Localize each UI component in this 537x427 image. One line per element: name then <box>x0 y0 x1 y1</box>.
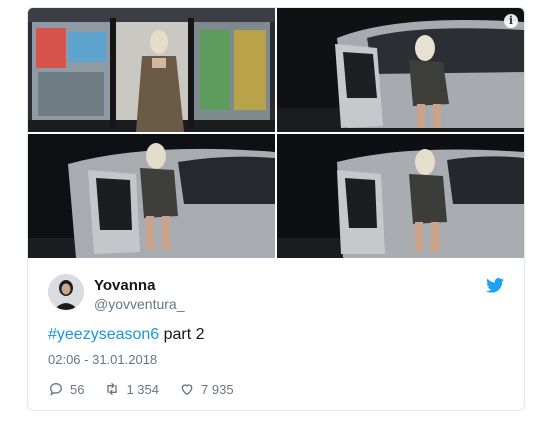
like-icon <box>181 384 193 396</box>
reply-icon <box>49 382 63 396</box>
twitter-bird-icon[interactable] <box>486 278 504 293</box>
avatar[interactable] <box>48 274 84 310</box>
like-button[interactable]: 7 935 <box>179 381 234 397</box>
reply-count: 56 <box>70 381 85 397</box>
tweet-text: #yeezyseason6 part 2 <box>48 326 205 344</box>
tweet-text-rest: part 2 <box>159 326 205 343</box>
photo-grid: i <box>28 8 524 258</box>
tweet-actions: 56 1 354 7 935 <box>48 380 254 398</box>
author-display-name[interactable]: Yovanna <box>94 277 155 294</box>
photo-car-door-3[interactable] <box>277 134 524 258</box>
retweet-count: 1 354 <box>126 381 160 397</box>
info-icon[interactable]: i <box>504 14 518 28</box>
photo-car-door-1[interactable] <box>277 8 524 132</box>
photo-store-entrance[interactable] <box>28 8 275 132</box>
tweet-timestamp[interactable]: 02:06 - 31.01.2018 <box>48 352 157 367</box>
embedded-tweet-card: i Yovanna @yovventura_ #yeezyseason6 par… <box>27 7 525 411</box>
reply-button[interactable]: 56 <box>48 381 84 397</box>
photo-car-door-2[interactable] <box>28 134 275 258</box>
like-count: 7 935 <box>201 381 234 397</box>
author-handle[interactable]: @yovventura_ <box>94 296 184 312</box>
hashtag-link[interactable]: #yeezyseason6 <box>48 326 159 343</box>
retweet-icon <box>107 383 118 395</box>
retweet-button[interactable]: 1 354 <box>104 381 159 397</box>
